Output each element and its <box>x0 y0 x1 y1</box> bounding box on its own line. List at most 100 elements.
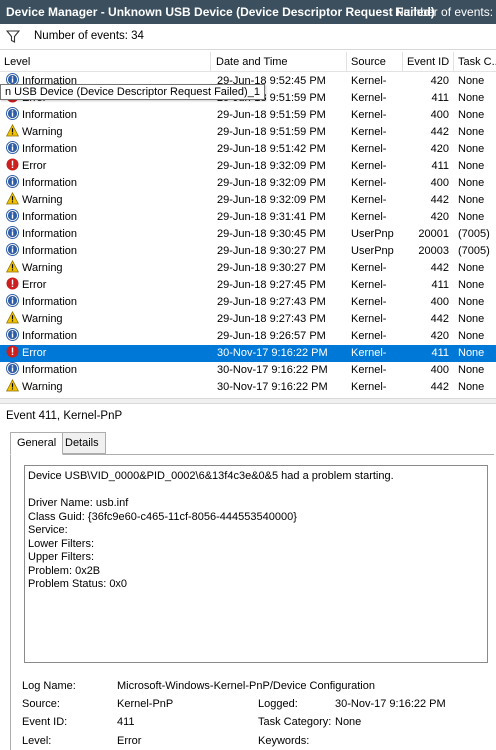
pane-splitter[interactable] <box>0 398 496 404</box>
row-event-id: 420 <box>430 211 449 223</box>
warning-icon <box>6 311 19 324</box>
row-date: 29-Jun-18 9:32:09 PM <box>217 177 326 189</box>
row-level: Warning <box>6 260 211 277</box>
warning-icon <box>6 192 19 205</box>
row-task-category: (7005) <box>458 245 490 257</box>
window-title-bar: Device Manager - Unknown USB Device (Dev… <box>0 0 496 24</box>
info-icon <box>6 175 19 188</box>
row-date: 29-Jun-18 9:27:43 PM <box>217 296 326 308</box>
table-row[interactable]: Error 29-Jun-18 9:32:09 PM Kernel- 411 None <box>0 158 496 175</box>
row-event-id: 400 <box>430 177 449 189</box>
info-icon <box>6 328 19 341</box>
row-source: Kernel- <box>351 364 387 376</box>
level-label: Level: <box>22 735 52 747</box>
filter-bar: Number of events: 34 <box>0 24 496 50</box>
table-row[interactable]: Information 29-Jun-18 9:26:57 PM Kernel- 42… <box>0 328 496 345</box>
row-source: Kernel- <box>351 330 387 342</box>
row-date: 29-Jun-18 9:51:59 PM <box>217 126 326 138</box>
table-row[interactable]: Warning 29-Jun-18 9:51:59 PM Kernel- 442 Non… <box>0 124 496 141</box>
row-source: Kernel- <box>351 160 387 172</box>
table-row[interactable]: Information 30-Nov-17 9:16:22 PM Kernel- 40… <box>0 362 496 379</box>
event-description-box[interactable]: Device USB\VID_0000&PID_0002\6&13f4c3e&0… <box>24 465 488 663</box>
row-task-category: None <box>458 347 485 359</box>
column-header-event-id[interactable]: Event ID <box>403 52 454 72</box>
row-date: 29-Jun-18 9:30:45 PM <box>217 228 326 240</box>
row-date: 29-Jun-18 9:32:09 PM <box>217 160 326 172</box>
row-event-id: 411 <box>431 92 449 104</box>
row-level: Information <box>6 141 211 158</box>
warning-icon <box>6 260 19 273</box>
table-row[interactable]: Information 29-Jun-18 9:31:41 PM Kernel- 42… <box>0 209 496 226</box>
table-row[interactable]: Warning 30-Nov-17 9:16:22 PM Kernel- 442 Non… <box>0 379 496 396</box>
description-line: Problem Status: 0x0 <box>28 578 128 590</box>
column-header-source[interactable]: Source <box>347 52 403 72</box>
table-row[interactable]: Information 29-Jun-18 9:27:43 PM Kernel- 40… <box>0 294 496 311</box>
description-line <box>28 484 484 498</box>
table-row[interactable]: Error 29-Jun-18 9:27:45 PM Kernel- 411 None <box>0 277 496 294</box>
log-name-value: Microsoft-Windows-Kernel-PnP/Device Conf… <box>117 680 375 692</box>
row-level: Error <box>6 158 211 175</box>
info-icon <box>6 362 19 375</box>
row-level: Error <box>6 277 211 294</box>
row-source: UserPnp <box>351 245 394 257</box>
info-icon <box>6 226 19 239</box>
warning-icon <box>6 124 19 137</box>
row-source: Kernel- <box>351 126 387 138</box>
row-task-category: None <box>458 160 485 172</box>
row-date: 29-Jun-18 9:32:09 PM <box>217 194 326 206</box>
description-line: Upper Filters: <box>28 551 95 563</box>
title-event-count: Number of events: 34 <box>395 5 496 19</box>
row-level-text: Warning <box>22 262 63 274</box>
description-line: Device USB\VID_0000&PID_0002\6&13f4c3e&0… <box>28 470 394 482</box>
table-row[interactable]: Information 29-Jun-18 9:51:59 PM Kernel- 40… <box>0 107 496 124</box>
row-level-text: Warning <box>22 126 63 138</box>
row-source: Kernel- <box>351 194 387 206</box>
source-label: Source: <box>22 698 60 710</box>
description-line: Class Guid: {36fc9e60-c465-11cf-8056-444… <box>28 510 297 523</box>
row-level-text: Information <box>22 364 78 376</box>
row-source: Kernel- <box>351 262 387 274</box>
event-count-label: Number of events: 34 <box>34 30 144 42</box>
column-header-date[interactable]: Date and Time <box>212 52 347 72</box>
table-row[interactable]: Information 29-Jun-18 9:30:45 PM UserPnp 20… <box>0 226 496 243</box>
row-event-id: 442 <box>430 194 449 206</box>
column-header-level[interactable]: Level <box>0 52 211 72</box>
row-task-category: None <box>458 75 485 87</box>
table-row[interactable]: Warning 29-Jun-18 9:32:09 PM Kernel- 442 Non… <box>0 192 496 209</box>
table-row[interactable]: Error 30-Nov-17 9:16:22 PM Kernel- 411 None <box>0 345 496 362</box>
table-row[interactable]: Information 29-Jun-18 9:30:27 PM UserPnp 20… <box>0 243 496 260</box>
keywords-label: Keywords: <box>258 735 310 747</box>
table-row[interactable]: Warning 29-Jun-18 9:30:27 PM Kernel- 442 Non… <box>0 260 496 277</box>
event-list[interactable]: Information 29-Jun-18 9:52:45 PM Kernel- 42… <box>0 73 496 396</box>
row-source: Kernel- <box>351 75 387 87</box>
row-level: Error <box>6 345 211 362</box>
table-row[interactable]: Information 29-Jun-18 9:32:09 PM Kernel- 40… <box>0 175 496 192</box>
row-event-id: 442 <box>430 313 449 325</box>
row-level: Information <box>6 209 211 226</box>
info-icon <box>6 209 19 222</box>
row-date: 29-Jun-18 9:51:42 PM <box>217 143 326 155</box>
row-event-id: 420 <box>430 75 449 87</box>
tab-details[interactable]: Details <box>58 432 106 454</box>
row-event-id: 420 <box>430 330 449 342</box>
row-source: Kernel- <box>351 211 387 223</box>
row-source: Kernel- <box>351 347 387 359</box>
table-row[interactable]: Information 29-Jun-18 9:51:42 PM Kernel- 42… <box>0 141 496 158</box>
row-source: Kernel- <box>351 381 387 393</box>
table-row[interactable]: Warning 29-Jun-18 9:27:43 PM Kernel- 442 Non… <box>0 311 496 328</box>
funnel-icon[interactable] <box>6 30 20 44</box>
warning-icon <box>6 379 19 392</box>
description-line: Service: <box>28 524 68 536</box>
window-title: Device Manager - Unknown USB Device (Dev… <box>6 5 435 19</box>
row-level-text: Information <box>22 228 78 240</box>
description-line: Driver Name: usb.inf <box>28 497 129 509</box>
row-level: Warning <box>6 124 211 141</box>
row-level-text: Information <box>22 245 78 257</box>
row-source: Kernel- <box>351 109 387 121</box>
column-header-task-category[interactable]: Task C... <box>454 52 496 72</box>
row-task-category: (7005) <box>458 228 490 240</box>
tab-general[interactable]: General <box>10 432 64 455</box>
row-level: Information <box>6 243 211 260</box>
event-id-label: Event ID: <box>22 716 68 728</box>
error-icon <box>6 345 19 358</box>
